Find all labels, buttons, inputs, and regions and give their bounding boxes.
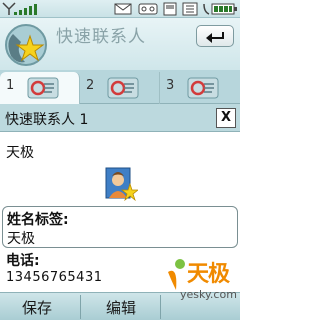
contact-card-icon [107,77,139,99]
name-tag-value: 天极 [7,231,35,247]
panel-title-bar: 快速联系人 1 X [0,104,240,132]
mail-icon [114,3,132,15]
contact-name: 天极 [6,145,34,161]
softkey-divider [160,295,161,319]
person-star-icon[interactable] [104,166,138,202]
tab-number: 2 [86,78,95,93]
phone-value[interactable]: 13456765431 [6,270,102,285]
contact-card-icon [187,77,219,99]
settings-icon [182,2,198,16]
watermark-text: 天极 [187,262,230,287]
softkey-divider [80,295,81,319]
storage-icon [163,2,177,16]
tab-bar: 1 2 3 [0,70,240,104]
app-title: 快速联系人 [56,27,146,47]
tab-1[interactable]: 1 [0,72,80,104]
contact-star-icon [5,24,47,66]
battery-icon [203,3,237,15]
tab-2[interactable]: 2 [80,72,160,104]
yesky-watermark: 天极 yesky.com [162,254,240,316]
panel-title: 快速联系人 1 [5,112,89,128]
watermark-url: yesky.com [180,288,237,301]
app-header: 快速联系人 [0,18,240,70]
edit-button[interactable]: 编辑 [106,297,136,318]
status-bar [0,0,240,18]
cassette-icon [138,3,158,15]
back-button[interactable] [196,25,234,47]
signal-icon [2,2,37,15]
tab-number: 1 [6,78,15,93]
name-tag-label: 姓名标签: [7,212,69,228]
tab-3[interactable]: 3 [160,72,240,104]
name-tag-field[interactable]: 姓名标签: 天极 [2,206,238,248]
tab-number: 3 [166,78,175,93]
phone-label: 电话: [6,253,40,269]
back-arrow-icon [206,32,224,43]
close-button[interactable]: X [216,108,236,128]
contact-card-icon [27,77,59,99]
save-button[interactable]: 保存 [22,297,52,318]
